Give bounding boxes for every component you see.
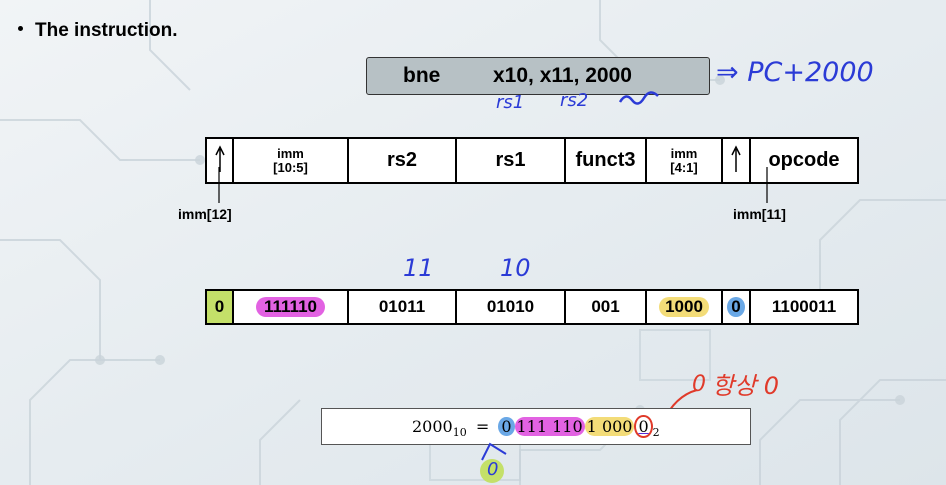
eq-bits-yellow: 1 000 <box>584 417 635 436</box>
rs2-annotation: rs2 <box>560 90 589 111</box>
eq-bits: 0 111 110 1 000 0 <box>498 415 653 438</box>
bits-imm-10-5-value: 111110 <box>256 297 325 317</box>
eq-equals: = <box>475 417 490 436</box>
eq-rhs-base: 2 <box>652 426 660 440</box>
eq-bits-pink: 111 110 <box>514 417 585 436</box>
field-imm-10-5: imm [10:5] <box>232 137 349 184</box>
eq-lhs: 2000 <box>412 417 453 436</box>
reg10-annotation: 10 <box>500 254 531 282</box>
binary-equation-box: 200010 = 0 111 110 1 000 0 2 <box>321 408 751 445</box>
rs1-annotation: rs1 <box>496 92 525 113</box>
section-title: The instruction. <box>18 20 178 42</box>
imm12-pointer-line <box>218 167 220 203</box>
always-zero-annotation: 항상 0 <box>712 372 780 400</box>
bits-imm-10-5: 111110 <box>232 289 349 325</box>
bits-rs2: 01011 <box>347 289 457 325</box>
eq-lhs-base: 10 <box>452 426 467 440</box>
field-imm-4-1-bottom: [4:1] <box>670 159 698 175</box>
tilde-squiggle <box>618 91 659 105</box>
imm11-pointer-line <box>766 167 768 203</box>
bits-rs1: 01010 <box>455 289 566 325</box>
field-imm11 <box>721 137 751 184</box>
bits-imm-4-1-value: 1000 <box>659 297 709 317</box>
binary-equation: 200010 = 0 111 110 1 000 0 2 <box>412 415 660 440</box>
pc-annotation: ⇒ PC+2000 <box>716 57 874 88</box>
eq-bit-msb: 0 <box>498 417 515 436</box>
bit-imm11: 0 <box>721 289 751 325</box>
bits-opcode: 1100011 <box>749 289 859 325</box>
field-rs2: rs2 <box>347 137 457 184</box>
field-imm-10-5-bottom: [10:5] <box>273 159 308 175</box>
bits-funct3: 001 <box>564 289 647 325</box>
field-rs1: rs1 <box>455 137 566 184</box>
instruction-operands: x10, x11, 2000 <box>493 64 632 87</box>
imm12-label: imm[12] <box>178 206 232 222</box>
b-type-format-table: imm [10:5] rs2 rs1 funct3 imm [4:1] opco… <box>205 137 859 184</box>
bit-imm12: 0 <box>205 289 234 325</box>
reg11-annotation: 11 <box>403 254 434 282</box>
section-title-text: The instruction. <box>35 20 178 41</box>
bit-imm11-value: 0 <box>727 297 745 317</box>
arrow-up-icon <box>731 144 741 172</box>
field-imm-4-1: imm [4:1] <box>645 137 723 184</box>
field-imm-10-5-top: imm <box>277 145 304 161</box>
encoded-bits-table: 0 111110 01011 01010 001 1000 0 1100011 <box>205 289 859 325</box>
green-zero-annotation: 0 <box>487 459 499 480</box>
instruction-opcode: bne <box>403 64 441 87</box>
bullet-icon <box>18 26 23 32</box>
field-imm-4-1-top: imm <box>670 145 698 161</box>
eq-bit-lsb: 0 <box>634 415 653 438</box>
imm11-label: imm[11] <box>733 206 786 222</box>
field-funct3: funct3 <box>564 137 647 184</box>
bits-imm-4-1: 1000 <box>645 289 723 325</box>
